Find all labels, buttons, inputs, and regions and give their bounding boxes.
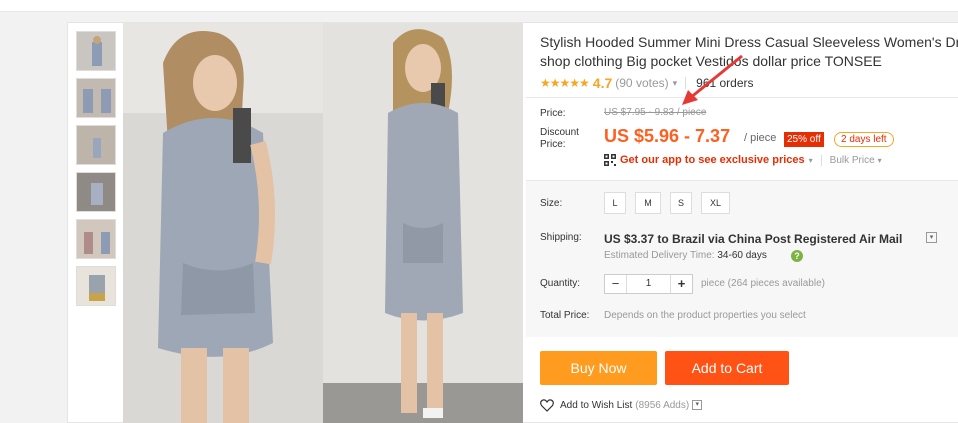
product-title-line-1: Stylish Hooded Summer Mini Dress Casual … — [540, 34, 958, 50]
product-photo-main[interactable] — [123, 23, 323, 423]
chevron-down-icon[interactable]: ▾ — [692, 400, 703, 410]
delivery-time: Estimated Delivery Time: 34-60 days — [604, 250, 767, 261]
product-photo-secondary-image — [323, 23, 523, 423]
buy-now-button[interactable]: Buy Now — [540, 351, 657, 385]
chevron-down-icon[interactable]: ▾ — [878, 156, 882, 165]
app-promo-row: Get our app to see exclusive prices ▾ Bu… — [604, 153, 882, 167]
delivery-time-value: 34-60 days — [717, 250, 767, 261]
product-photo-main-image — [123, 23, 323, 423]
thumbnail-5[interactable] — [76, 219, 116, 259]
app-prices-link[interactable]: Get our app to see exclusive prices — [620, 154, 805, 166]
product-info: Stylish Hooded Summer Mini Dress Casual … — [540, 33, 958, 92]
thumbnail-6-image — [77, 267, 115, 305]
quantity-label: Quantity: — [540, 278, 581, 289]
heart-icon — [540, 398, 554, 412]
chevron-down-icon[interactable]: ▾ — [926, 232, 937, 243]
help-icon[interactable]: ? — [791, 250, 803, 262]
thumbnail-2-image — [77, 79, 115, 117]
quantity-decrease-button[interactable]: − — [605, 275, 627, 293]
quantity-stepper: − 1 + — [604, 274, 693, 294]
rating-stars-icon: ★★★★★ — [540, 76, 590, 90]
shipping-method[interactable]: US $3.37 to Brazil via China Post Regist… — [604, 232, 902, 246]
quantity-available: piece (264 pieces available) — [701, 278, 825, 289]
wish-list-count: (8956 Adds) — [635, 399, 690, 411]
thumbnail-4-image — [77, 173, 115, 211]
size-option-s[interactable]: S — [670, 192, 692, 214]
wish-list-row[interactable]: Add to Wish List (8956 Adds) ▾ — [540, 398, 703, 412]
size-label: Size: — [540, 198, 563, 209]
votes-count[interactable]: (90 votes) — [615, 76, 668, 90]
divider — [820, 154, 822, 166]
delivery-time-label: Estimated Delivery Time: — [604, 250, 715, 261]
thumbnail-2[interactable] — [76, 78, 116, 118]
thumbnail-list — [76, 31, 116, 313]
shipping-label: Shipping: — [540, 232, 582, 243]
top-strip — [0, 0, 958, 12]
thumbnail-6[interactable] — [76, 266, 116, 306]
quantity-input[interactable]: 1 — [627, 275, 670, 293]
rating-value: 4.7 — [592, 75, 613, 91]
total-price-label: Total Price: — [540, 310, 590, 321]
discount-price-label-line-2: Price: — [540, 139, 566, 150]
quantity-increase-button[interactable]: + — [670, 275, 692, 293]
product-title: Stylish Hooded Summer Mini Dress Casual … — [540, 33, 958, 71]
thumbnail-3-image — [77, 126, 115, 164]
discount-price: US $5.96 - 7.37 — [604, 126, 731, 146]
thumbnail-1-image — [77, 32, 115, 70]
qr-code-icon — [604, 154, 616, 166]
wish-list-link[interactable]: Add to Wish List — [560, 400, 632, 411]
product-title-line-2: shop clothing Big pocket Vestidos dollar… — [540, 53, 882, 69]
add-to-cart-button[interactable]: Add to Cart — [665, 351, 789, 385]
annotation-arrow-icon — [682, 54, 743, 105]
bulk-price-link[interactable]: Bulk Price — [830, 155, 875, 166]
price-label: Price: — [540, 108, 566, 119]
thumbnail-4[interactable] — [76, 172, 116, 212]
size-option-xl[interactable]: XL — [701, 192, 730, 214]
product-photo-secondary[interactable] — [323, 23, 523, 423]
days-left-badge: 2 days left — [834, 132, 894, 147]
size-option-m[interactable]: M — [635, 192, 661, 214]
thumbnail-5-image — [77, 220, 115, 258]
total-price-text: Depends on the product properties you se… — [604, 310, 806, 321]
thumbnail-1[interactable] — [76, 31, 116, 71]
size-option-l[interactable]: L — [604, 192, 626, 214]
rating-row: ★★★★★ 4.7 (90 votes) ▾ 961 orders — [540, 74, 958, 92]
price-unit: / piece — [744, 132, 777, 144]
discount-badge: 25% off — [784, 132, 824, 147]
thumbnail-3[interactable] — [76, 125, 116, 165]
chevron-down-icon[interactable]: ▾ — [809, 156, 813, 165]
discount-price-label-line-1: Discount — [540, 127, 579, 138]
